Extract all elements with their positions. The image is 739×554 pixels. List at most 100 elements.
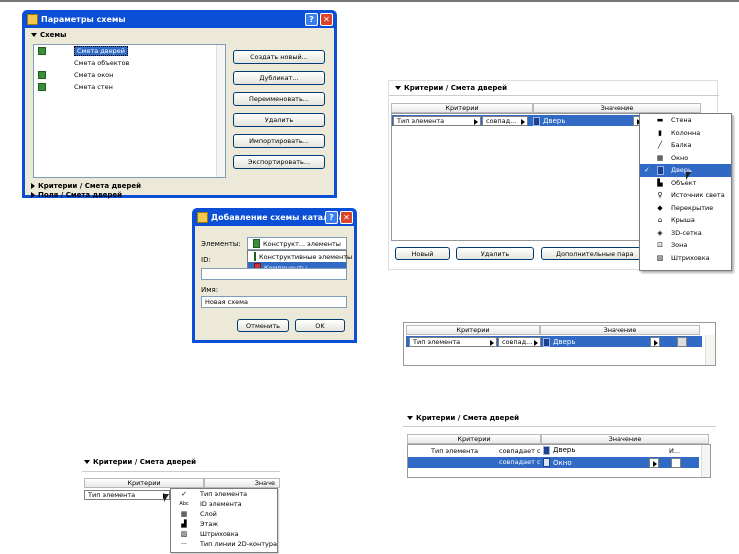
col-criteria-header[interactable]: Критерии: [84, 478, 204, 488]
close-button[interactable]: ✕: [340, 211, 353, 224]
section-label: Критерии / Смета дверей: [404, 84, 508, 92]
menu-item-zone[interactable]: ⊡ Зона: [640, 239, 731, 252]
value-dropdown-button[interactable]: [649, 458, 659, 468]
menu-item-slab[interactable]: ◆ Перекрытие: [640, 202, 731, 215]
section-fields[interactable]: Поля / Смета дверей: [31, 191, 122, 199]
list-item[interactable]: Смета окон: [34, 69, 225, 81]
list-scrollbar[interactable]: [216, 45, 225, 177]
lamp-icon: ♀: [657, 191, 663, 200]
add-row-button[interactable]: [671, 458, 681, 468]
list-item[interactable]: Смета дверей: [34, 45, 225, 57]
menu-item-element-type[interactable]: ✓ Тип элемента: [171, 489, 277, 499]
mouse-cursor: [164, 494, 169, 502]
option-structural[interactable]: Конструктивные элементы: [248, 251, 352, 262]
section-criteria[interactable]: Критерии / Смета дверей: [407, 414, 519, 422]
table-scrollbar[interactable]: [705, 335, 715, 365]
section-criteria[interactable]: Критерии / Смета дверей: [395, 84, 507, 92]
value-cell[interactable]: Дверь: [531, 116, 565, 126]
scheme-list[interactable]: Смета дверей Смета объектов Смета окон С…: [33, 44, 226, 178]
delete-button[interactable]: Удалить: [233, 113, 325, 127]
menu-item-light[interactable]: ♀ Источник света: [640, 189, 731, 202]
value-cell[interactable]: Дверь: [541, 337, 575, 347]
cancel-button[interactable]: Отменить: [237, 319, 289, 332]
menu-label: Слой: [200, 510, 217, 518]
menu-label: ID элемента: [200, 500, 242, 508]
menu-item-wall[interactable]: ▬ Стена: [640, 114, 731, 127]
list-item[interactable]: Смета объектов: [34, 57, 225, 69]
menu-item-story[interactable]: ▟ Этаж: [171, 519, 277, 529]
arrow-right-icon: [490, 340, 494, 346]
criterion-select[interactable]: Тип элемента: [84, 490, 170, 500]
col-criteria-header[interactable]: Критерии: [391, 103, 533, 113]
line-type-icon: ---: [181, 541, 187, 547]
menu-item-element-id[interactable]: Abc ID элемента: [171, 499, 277, 509]
name-field[interactable]: Новая схема: [201, 296, 347, 308]
menu-label: Тип элемента: [200, 490, 248, 498]
section-label: Поля / Смета дверей: [38, 191, 123, 199]
triangle-down-icon: [84, 460, 90, 464]
menu-item-hatch[interactable]: ▨ Штриховка: [640, 252, 731, 265]
new-button[interactable]: Новый: [395, 247, 450, 260]
elements-select[interactable]: Конструкт... элементы: [247, 237, 347, 250]
row1-operator[interactable]: совпадает с: [499, 447, 541, 455]
menu-item-hatch[interactable]: ▨ Штриховка: [171, 529, 277, 539]
list-item-label: Смета объектов: [74, 59, 130, 67]
divider: [389, 95, 719, 96]
criteria-panel-c: Критерии / Смета дверей Критерии Значени…: [403, 412, 716, 480]
table-scrollbar[interactable]: [701, 445, 710, 477]
delete-button[interactable]: Удалить: [456, 247, 534, 260]
close-button[interactable]: ✕: [320, 13, 333, 26]
value-dropdown-button[interactable]: [650, 337, 660, 347]
add-row-button[interactable]: [677, 337, 687, 347]
door-icon: [543, 337, 550, 347]
section-criteria[interactable]: Критерии / Смета дверей: [84, 458, 196, 466]
menu-item-layer[interactable]: ▦ Слой: [171, 509, 277, 519]
criteria-panel-b: Критерии Значение Тип элемента совпад...…: [403, 322, 716, 366]
section-label: Схемы: [40, 31, 67, 39]
col-value-header[interactable]: Значе: [204, 478, 280, 488]
export-button[interactable]: Экспортировать...: [233, 155, 325, 169]
col-criteria-header[interactable]: Критерии: [406, 325, 540, 335]
col-value-header[interactable]: Значение: [540, 325, 700, 335]
layer-icon: ▦: [180, 510, 188, 518]
help-button[interactable]: ?: [305, 13, 318, 26]
import-button[interactable]: Импортировать...: [233, 134, 325, 148]
operator-select[interactable]: совпад...: [482, 116, 528, 126]
list-item[interactable]: Смета стен: [34, 81, 225, 93]
ok-button[interactable]: OK: [295, 319, 345, 332]
duplicate-button[interactable]: Дубликат...: [233, 71, 325, 85]
row1-value[interactable]: Дверь: [541, 445, 575, 455]
create-new-button[interactable]: Создать новый...: [233, 50, 325, 64]
section-label: Критерии / Смета дверей: [38, 182, 142, 190]
id-field[interactable]: [201, 268, 347, 280]
menu-label: Штриховка: [671, 253, 710, 262]
menu-item-mesh[interactable]: ◈ 3D-сетка: [640, 227, 731, 240]
col-value-header[interactable]: Значение: [533, 103, 701, 113]
id-label: ID:: [201, 256, 211, 264]
menu-item-roof[interactable]: ⌂ Крыша: [640, 214, 731, 227]
operator-select[interactable]: совпад...: [498, 337, 541, 347]
rename-button[interactable]: Переименовать...: [233, 92, 325, 106]
menu-item-window[interactable]: ▦ Окно: [640, 152, 731, 165]
row1-criterion[interactable]: Тип элемента: [431, 447, 478, 455]
mouse-cursor: [686, 172, 691, 180]
menu-item-column[interactable]: ▮ Колонна: [640, 127, 731, 140]
check-icon: ✓: [644, 166, 650, 175]
window-icon: ▦: [656, 153, 664, 162]
help-button[interactable]: ?: [325, 211, 338, 224]
criterion-select[interactable]: Тип элемента: [409, 337, 497, 347]
value-text: Дверь: [543, 117, 566, 125]
row1-logic[interactable]: И...: [669, 447, 680, 455]
triangle-right-icon: [31, 192, 35, 198]
criterion-select[interactable]: Тип элемента: [393, 116, 481, 126]
section-schemes[interactable]: Схемы: [31, 31, 66, 39]
triangle-right-icon: [31, 183, 35, 189]
menu-item-line-type[interactable]: --- Тип линии 2D-контура: [171, 539, 277, 549]
roof-icon: ⌂: [657, 216, 663, 225]
row2-value[interactable]: Окно: [541, 457, 572, 468]
col-value-header[interactable]: Значение: [541, 434, 709, 444]
col-criteria-header[interactable]: Критерии: [407, 434, 541, 444]
section-criteria[interactable]: Критерии / Смета дверей: [31, 182, 141, 190]
row2-operator[interactable]: совпадает с: [499, 458, 541, 466]
menu-item-beam[interactable]: ╱ Балка: [640, 139, 731, 152]
